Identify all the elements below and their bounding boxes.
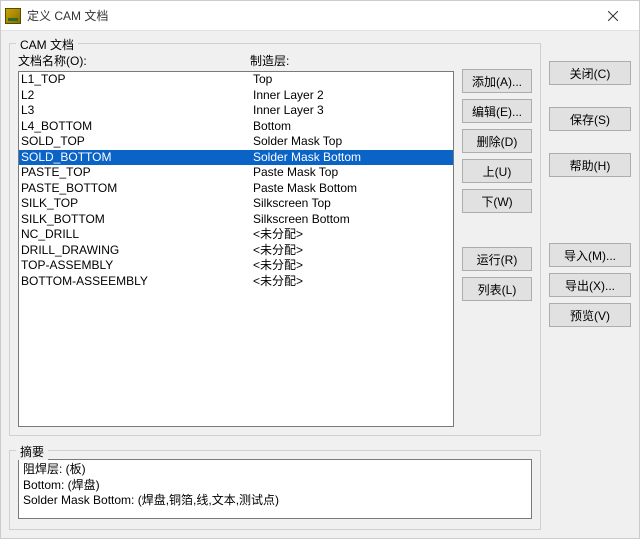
app-icon — [5, 8, 21, 24]
cam-inner: 文档名称(O): 制造层: L1_TOPTopL2Inner Layer 2L3… — [18, 52, 532, 427]
run-button[interactable]: 运行(R) — [462, 247, 532, 271]
table-row[interactable]: PASTE_TOPPaste Mask Top — [19, 165, 453, 181]
row-layer: Silkscreen Bottom — [253, 212, 453, 228]
down-button[interactable]: 下(W) — [462, 189, 532, 213]
row-name: TOP-ASSEMBLY — [21, 258, 253, 274]
row-layer: Silkscreen Top — [253, 196, 453, 212]
table-row[interactable]: BOTTOM-ASSEEMBLY<未分配> — [19, 274, 453, 290]
table-row[interactable]: SOLD_BOTTOMSolder Mask Bottom — [19, 150, 453, 166]
row-name: NC_DRILL — [21, 227, 253, 243]
list-area: 文档名称(O): 制造层: L1_TOPTopL2Inner Layer 2L3… — [18, 52, 454, 427]
export-button[interactable]: 导出(X)... — [549, 273, 631, 297]
window: 定义 CAM 文档 CAM 文档 文档名称(O): 制造层: L1_TOPTop… — [0, 0, 640, 539]
header-layer: 制造层: — [250, 52, 454, 69]
row-name: SILK_TOP — [21, 196, 253, 212]
add-button[interactable]: 添加(A)... — [462, 69, 532, 93]
row-layer: Inner Layer 3 — [253, 103, 453, 119]
spacer — [462, 219, 532, 241]
window-title: 定义 CAM 文档 — [27, 7, 591, 24]
right-buttons: 关闭(C) 保存(S) 帮助(H) 导入(M)... 导出(X)... 预览(V… — [549, 37, 631, 530]
row-name: DRILL_DRAWING — [21, 243, 253, 259]
row-name: L2 — [21, 88, 253, 104]
edit-button[interactable]: 编辑(E)... — [462, 99, 532, 123]
header-doc-name: 文档名称(O): — [18, 52, 250, 69]
cam-group-title: CAM 文档 — [16, 36, 78, 53]
list-button[interactable]: 列表(L) — [462, 277, 532, 301]
row-layer: Paste Mask Top — [253, 165, 453, 181]
row-name: SILK_BOTTOM — [21, 212, 253, 228]
row-layer: Top — [253, 72, 453, 88]
summary-group-title: 摘要 — [16, 443, 48, 460]
cam-group: CAM 文档 文档名称(O): 制造层: L1_TOPTopL2Inner La… — [9, 43, 541, 436]
row-name: L3 — [21, 103, 253, 119]
row-name: PASTE_TOP — [21, 165, 253, 181]
row-name: SOLD_TOP — [21, 134, 253, 150]
document-list[interactable]: L1_TOPTopL2Inner Layer 2L3Inner Layer 3L… — [18, 71, 454, 427]
up-button[interactable]: 上(U) — [462, 159, 532, 183]
row-name: L1_TOP — [21, 72, 253, 88]
row-layer: Solder Mask Top — [253, 134, 453, 150]
center-column: CAM 文档 文档名称(O): 制造层: L1_TOPTopL2Inner La… — [9, 37, 541, 530]
summary-group: 摘要 阻焊层: (板) Bottom: (焊盘) Solder Mask Bot… — [9, 450, 541, 530]
row-layer: <未分配> — [253, 243, 453, 259]
row-name: BOTTOM-ASSEEMBLY — [21, 274, 253, 290]
window-close-button[interactable] — [591, 2, 635, 30]
table-row[interactable]: PASTE_BOTTOMPaste Mask Bottom — [19, 181, 453, 197]
import-button[interactable]: 导入(M)... — [549, 243, 631, 267]
row-layer: Paste Mask Bottom — [253, 181, 453, 197]
client-area: CAM 文档 文档名称(O): 制造层: L1_TOPTopL2Inner La… — [1, 31, 639, 538]
row-name: L4_BOTTOM — [21, 119, 253, 135]
table-row[interactable]: TOP-ASSEMBLY<未分配> — [19, 258, 453, 274]
row-name: PASTE_BOTTOM — [21, 181, 253, 197]
row-layer: Solder Mask Bottom — [253, 150, 453, 166]
table-row[interactable]: NC_DRILL<未分配> — [19, 227, 453, 243]
column-headers: 文档名称(O): 制造层: — [18, 52, 454, 69]
table-row[interactable]: L4_BOTTOMBottom — [19, 119, 453, 135]
row-layer: Bottom — [253, 119, 453, 135]
row-name: SOLD_BOTTOM — [21, 150, 253, 166]
table-row[interactable]: SILK_BOTTOMSilkscreen Bottom — [19, 212, 453, 228]
table-row[interactable]: SOLD_TOPSolder Mask Top — [19, 134, 453, 150]
spacer — [549, 91, 631, 101]
save-button[interactable]: 保存(S) — [549, 107, 631, 131]
close-button[interactable]: 关闭(C) — [549, 61, 631, 85]
list-buttons: 添加(A)... 编辑(E)... 删除(D) 上(U) 下(W) 运行(R) … — [462, 52, 532, 427]
close-icon — [608, 11, 618, 21]
row-layer: <未分配> — [253, 258, 453, 274]
table-row[interactable]: SILK_TOPSilkscreen Top — [19, 196, 453, 212]
help-button[interactable]: 帮助(H) — [549, 153, 631, 177]
titlebar: 定义 CAM 文档 — [1, 1, 639, 31]
row-layer: <未分配> — [253, 227, 453, 243]
spacer — [549, 137, 631, 147]
table-row[interactable]: DRILL_DRAWING<未分配> — [19, 243, 453, 259]
table-row[interactable]: L1_TOPTop — [19, 72, 453, 88]
row-layer: <未分配> — [253, 274, 453, 290]
row-layer: Inner Layer 2 — [253, 88, 453, 104]
summary-text: 阻焊层: (板) Bottom: (焊盘) Solder Mask Bottom… — [18, 459, 532, 519]
table-row[interactable]: L3Inner Layer 3 — [19, 103, 453, 119]
spacer — [549, 183, 631, 237]
preview-button[interactable]: 预览(V) — [549, 303, 631, 327]
delete-button[interactable]: 删除(D) — [462, 129, 532, 153]
table-row[interactable]: L2Inner Layer 2 — [19, 88, 453, 104]
